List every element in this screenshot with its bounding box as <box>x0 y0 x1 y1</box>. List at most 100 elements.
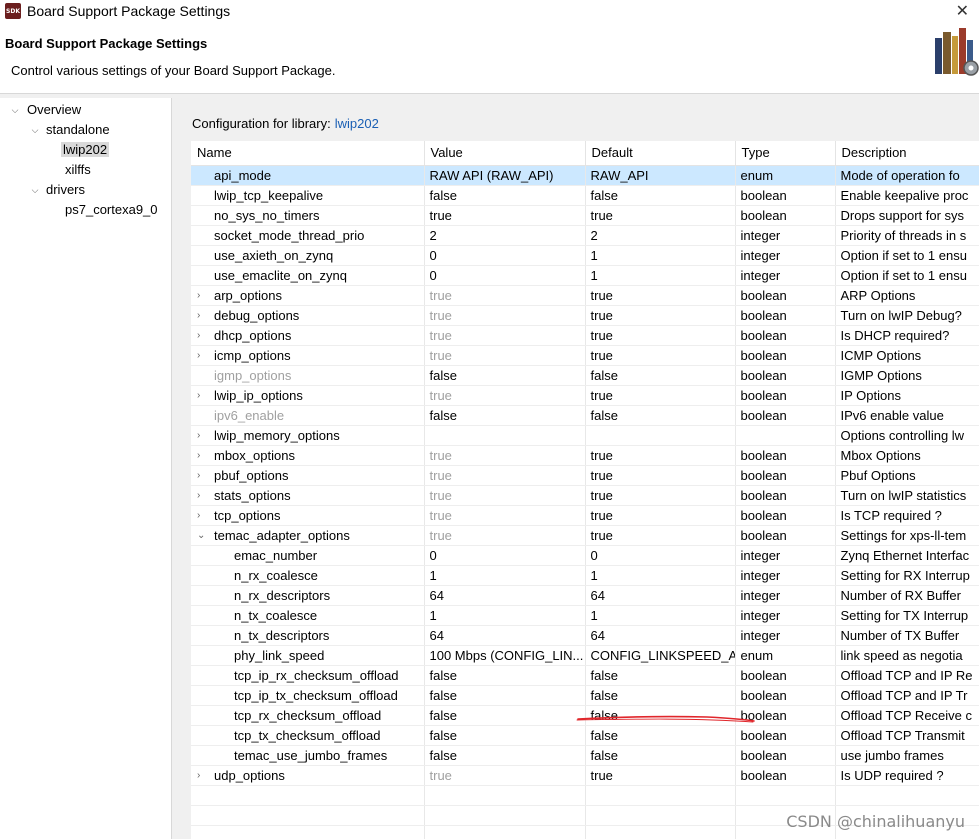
table-row[interactable]: › debug_options true true boolean Turn on lwI… <box>191 305 979 326</box>
cell-value[interactable]: true <box>424 465 586 486</box>
table-row[interactable]: › mbox_options true true boolean Mbox Options <box>191 445 979 466</box>
cell-value[interactable]: true <box>424 525 586 546</box>
cell-value[interactable]: false <box>424 685 586 706</box>
tree-item-standalone[interactable]: ⌵ standalone <box>28 120 110 140</box>
cell-name[interactable]: emac_number <box>191 545 425 566</box>
table-row[interactable]: › icmp_options true true boolean ICMP Options <box>191 345 979 366</box>
cell-name[interactable]: temac_use_jumbo_frames <box>191 745 425 766</box>
table-row[interactable]: n_tx_coalesce 1 1 integer Setting for TX Int… <box>191 605 979 626</box>
cell-value[interactable]: true <box>424 285 586 306</box>
cell-name[interactable]: › lwip_memory_options <box>191 425 425 446</box>
column-header-type[interactable]: Type <box>735 141 836 166</box>
table-row[interactable]: tcp_ip_tx_checksum_offload false false bool… <box>191 685 979 706</box>
cell-value[interactable]: false <box>424 745 586 766</box>
table-row[interactable]: ⌄ temac_adapter_options true true boolean Set… <box>191 525 979 546</box>
chevron-right-icon[interactable]: › <box>197 766 207 785</box>
cell-name[interactable]: tcp_tx_checksum_offload <box>191 725 425 746</box>
cell-value[interactable]: 0 <box>424 245 586 266</box>
cell-value[interactable]: false <box>424 665 586 686</box>
cell-value[interactable]: 1 <box>424 565 586 586</box>
cell-name[interactable]: › lwip_ip_options <box>191 385 425 406</box>
table-row[interactable]: lwip_tcp_keepalive false false boolean Enabl… <box>191 185 979 206</box>
chevron-down-icon[interactable]: ⌵ <box>30 180 40 200</box>
table-row[interactable]: › arp_options true true boolean ARP Options <box>191 285 979 306</box>
cell-value[interactable]: false <box>424 405 586 426</box>
column-header-value[interactable]: Value <box>424 141 586 166</box>
cell-name[interactable]: use_emaclite_on_zynq <box>191 265 425 286</box>
table-row[interactable]: n_rx_coalesce 1 1 integer Setting for RX Int… <box>191 565 979 586</box>
chevron-right-icon[interactable]: › <box>197 426 207 445</box>
table-row[interactable]: n_tx_descriptors 64 64 integer Number of TX … <box>191 625 979 646</box>
chevron-right-icon[interactable]: › <box>197 326 207 345</box>
chevron-right-icon[interactable]: › <box>197 466 207 485</box>
table-row[interactable]: temac_use_jumbo_frames false false boolean u… <box>191 745 979 766</box>
chevron-down-icon[interactable]: ⌄ <box>197 526 207 545</box>
cell-value[interactable]: true <box>424 385 586 406</box>
cell-value[interactable]: true <box>424 345 586 366</box>
table-row[interactable]: › lwip_ip_options true true boolean IP Option… <box>191 385 979 406</box>
chevron-down-icon[interactable]: ⌵ <box>30 120 40 140</box>
tree-item-xilffs[interactable]: xilffs <box>65 160 91 180</box>
cell-name[interactable]: › icmp_options <box>191 345 425 366</box>
table-row[interactable]: emac_number 0 0 integer Zynq Ethernet Interf… <box>191 545 979 566</box>
table-row[interactable]: api_mode RAW API (RAW_API) RAW_API enum Mode… <box>191 165 979 186</box>
cell-name[interactable]: n_tx_descriptors <box>191 625 425 646</box>
chevron-right-icon[interactable]: › <box>197 386 207 405</box>
tree-item-lwip202[interactable]: lwip202 <box>61 140 110 160</box>
cell-value[interactable]: 100 Mbps (CONFIG_LIN... <box>424 645 586 666</box>
chevron-right-icon[interactable]: › <box>197 306 207 325</box>
chevron-right-icon[interactable]: › <box>197 446 207 465</box>
table-row[interactable]: › lwip_memory_options Options controlling … <box>191 425 979 446</box>
cell-name[interactable]: › dhcp_options <box>191 325 425 346</box>
cell-name[interactable]: ipv6_enable <box>191 405 425 426</box>
table-row[interactable]: socket_mode_thread_prio 2 2 integer Priority… <box>191 225 979 246</box>
chevron-down-icon[interactable]: ⌵ <box>10 100 20 120</box>
cell-name[interactable]: socket_mode_thread_prio <box>191 225 425 246</box>
cell-value[interactable]: 64 <box>424 625 586 646</box>
chevron-right-icon[interactable]: › <box>197 286 207 305</box>
cell-name[interactable]: n_rx_coalesce <box>191 565 425 586</box>
table-row[interactable]: tcp_rx_checksum_offload false false boolean… <box>191 705 979 726</box>
table-row[interactable]: use_axieth_on_zynq 0 1 integer Option if set… <box>191 245 979 266</box>
cell-name[interactable]: › pbuf_options <box>191 465 425 486</box>
cell-name[interactable]: no_sys_no_timers <box>191 205 425 226</box>
table-row[interactable]: tcp_ip_rx_checksum_offload false false bool… <box>191 665 979 686</box>
cell-value[interactable]: true <box>424 325 586 346</box>
table-row[interactable]: › udp_options true true boolean Is UDP requir… <box>191 765 979 786</box>
table-row[interactable]: no_sys_no_timers true true boolean Drops sup… <box>191 205 979 226</box>
cell-name[interactable]: api_mode <box>191 165 425 186</box>
chevron-right-icon[interactable]: › <box>197 506 207 525</box>
cell-value[interactable]: RAW API (RAW_API) <box>424 165 586 186</box>
cell-name[interactable]: use_axieth_on_zynq <box>191 245 425 266</box>
table-row[interactable]: › stats_options true true boolean Turn on lwI… <box>191 485 979 506</box>
cell-value[interactable]: true <box>424 205 586 226</box>
cell-value[interactable]: 64 <box>424 585 586 606</box>
table-row[interactable]: phy_link_speed 100 Mbps (CONFIG_LIN... CON… <box>191 645 979 666</box>
column-header-default[interactable]: Default <box>585 141 736 166</box>
cell-name[interactable]: n_rx_descriptors <box>191 585 425 606</box>
cell-value[interactable]: true <box>424 765 586 786</box>
tree-item-overview[interactable]: ⌵ Overview <box>8 100 82 120</box>
cell-name[interactable]: tcp_rx_checksum_offload <box>191 705 425 726</box>
table-row[interactable]: use_emaclite_on_zynq 0 1 integer Option if s… <box>191 265 979 286</box>
cell-value[interactable]: 0 <box>424 265 586 286</box>
library-link[interactable]: lwip202 <box>335 116 379 131</box>
chevron-right-icon[interactable]: › <box>197 486 207 505</box>
cell-value[interactable]: true <box>424 305 586 326</box>
cell-value[interactable]: false <box>424 185 586 206</box>
tree-item-ps7-cortexa9-0[interactable]: ps7_cortexa9_0 <box>65 200 158 220</box>
cell-name[interactable]: ⌄ temac_adapter_options <box>191 525 425 546</box>
cell-value[interactable]: 1 <box>424 605 586 626</box>
table-row[interactable]: igmp_options false false boolean IGMP Option… <box>191 365 979 386</box>
tree-item-drivers[interactable]: ⌵ drivers <box>28 180 85 200</box>
cell-value[interactable]: 2 <box>424 225 586 246</box>
cell-value[interactable]: false <box>424 725 586 746</box>
cell-value[interactable]: 0 <box>424 545 586 566</box>
cell-name[interactable]: n_tx_coalesce <box>191 605 425 626</box>
cell-name[interactable]: tcp_ip_rx_checksum_offload <box>191 665 425 686</box>
cell-name[interactable]: lwip_tcp_keepalive <box>191 185 425 206</box>
table-row[interactable]: › dhcp_options true true boolean Is DHCP requ… <box>191 325 979 346</box>
cell-name[interactable]: › arp_options <box>191 285 425 306</box>
close-icon[interactable]: ✕ <box>956 1 969 21</box>
column-header-name[interactable]: Name <box>191 141 425 166</box>
